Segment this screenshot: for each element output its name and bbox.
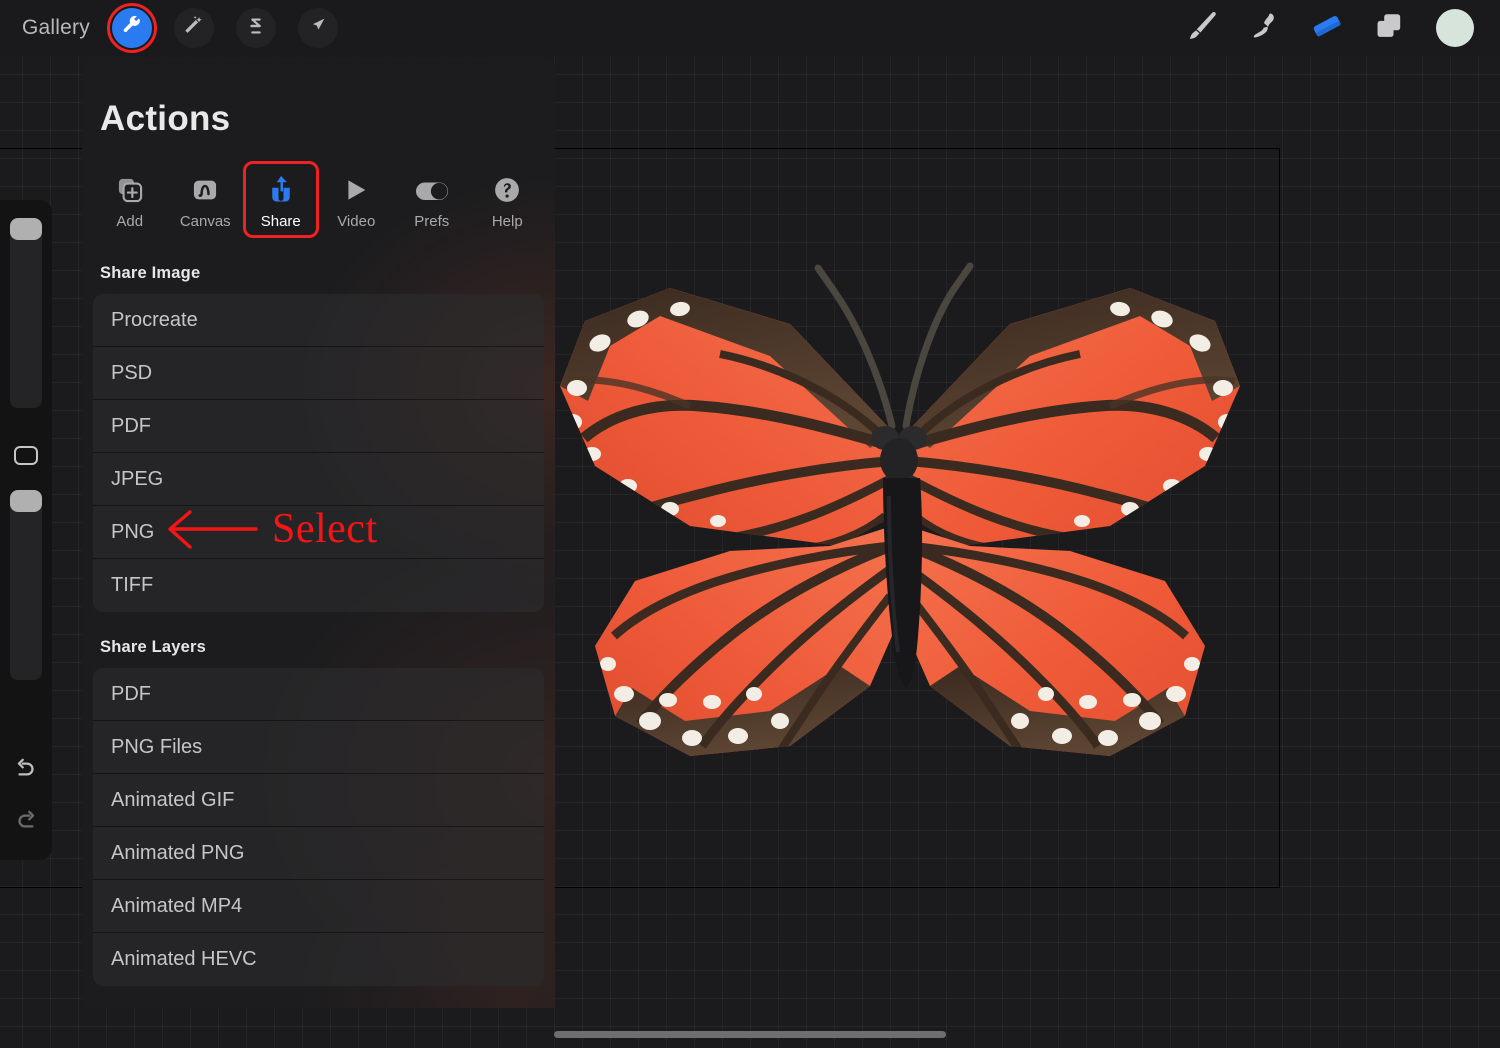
adjustments-button[interactable] xyxy=(173,8,214,48)
square-modify-icon xyxy=(14,445,38,465)
home-indicator xyxy=(554,1031,946,1038)
share-image-row-psd[interactable]: PSD xyxy=(93,347,544,400)
toggle-icon xyxy=(415,170,449,204)
s-curve-icon xyxy=(245,15,267,42)
redo-button[interactable] xyxy=(11,808,41,834)
tab-help[interactable]: Help xyxy=(470,161,546,238)
smudge-finger-icon xyxy=(1248,9,1282,48)
share-layers-row-animated-png[interactable]: Animated PNG xyxy=(93,827,544,880)
actions-wrench-button[interactable] xyxy=(106,3,157,53)
brush-opacity-knob[interactable] xyxy=(10,490,42,512)
tab-prefs-label: Prefs xyxy=(414,213,450,230)
tab-add-label: Add xyxy=(116,213,144,230)
layers-button[interactable] xyxy=(1358,6,1420,50)
erase-tool-button[interactable] xyxy=(1296,6,1358,50)
share-image-row-tiff[interactable]: TIFF xyxy=(93,559,544,612)
play-icon xyxy=(341,170,371,204)
brush-opacity-slider[interactable] xyxy=(10,490,42,680)
share-layers-row-animated-gif[interactable]: Animated GIF xyxy=(93,774,544,827)
share-image-row-jpeg[interactable]: JPEG xyxy=(93,453,544,506)
right-tool-group xyxy=(1172,6,1474,50)
smudge-tool-button[interactable] xyxy=(1234,6,1296,50)
undo-button[interactable] xyxy=(11,756,41,782)
tab-share-label: Share xyxy=(260,213,301,230)
share-layers-heading: Share Layers xyxy=(100,638,207,656)
share-image-row-pdf[interactable]: PDF xyxy=(93,400,544,453)
tab-video-label: Video xyxy=(337,213,376,230)
tab-add[interactable]: Add xyxy=(92,161,168,238)
share-image-list: Procreate PSD PDF JPEG PNG TIFF xyxy=(82,294,555,612)
actions-panel: Actions Add Canvas Share Video Prefs Hel… xyxy=(82,57,555,1008)
arrow-diagonal-icon xyxy=(307,15,329,42)
tab-prefs[interactable]: Prefs xyxy=(394,161,470,238)
history-buttons xyxy=(11,756,41,834)
brush-sidebar xyxy=(0,200,52,860)
tab-share[interactable]: Share xyxy=(243,161,319,238)
tab-help-label: Help xyxy=(491,213,523,230)
paint-tool-button[interactable] xyxy=(1172,6,1234,50)
transform-button[interactable] xyxy=(297,8,338,48)
modify-button[interactable] xyxy=(9,438,43,472)
brush-size-slider[interactable] xyxy=(10,218,42,408)
top-toolbar: Gallery xyxy=(0,0,1500,56)
share-layers-row-animated-mp4[interactable]: Animated MP4 xyxy=(93,880,544,933)
panel-title: Actions xyxy=(100,99,231,138)
eraser-icon xyxy=(1309,8,1345,49)
gallery-button[interactable]: Gallery xyxy=(22,16,90,40)
tab-canvas-label: Canvas xyxy=(179,213,231,230)
paintbrush-icon xyxy=(1186,9,1220,48)
layers-icon xyxy=(1373,10,1405,47)
share-image-row-procreate[interactable]: Procreate xyxy=(93,294,544,347)
share-layers-list: PDF PNG Files Animated GIF Animated PNG … xyxy=(82,668,555,986)
panel-tabs: Add Canvas Share Video Prefs Help xyxy=(82,139,555,238)
brush-size-knob[interactable] xyxy=(10,218,42,240)
share-arrow-icon xyxy=(266,170,296,204)
tab-canvas[interactable]: Canvas xyxy=(168,161,244,238)
procreate-app: Gallery Actions Add Canvas Share Video P… xyxy=(0,0,1500,1048)
share-layers-row-animated-hevc[interactable]: Animated HEVC xyxy=(93,933,544,986)
magic-wand-icon xyxy=(183,15,205,42)
wrench-icon xyxy=(121,15,143,42)
butterfly-artwork xyxy=(540,216,1260,876)
share-layers-row-png-files[interactable]: PNG Files xyxy=(93,721,544,774)
tab-video[interactable]: Video xyxy=(319,161,395,238)
add-stack-icon xyxy=(115,170,145,204)
selection-button[interactable] xyxy=(235,8,276,48)
share-layers-row-pdf[interactable]: PDF xyxy=(93,668,544,721)
color-swatch-button[interactable] xyxy=(1436,9,1474,47)
share-image-heading: Share Image xyxy=(100,264,201,282)
question-icon xyxy=(493,170,521,204)
share-image-row-png[interactable]: PNG xyxy=(93,506,544,559)
canvas-wave-icon xyxy=(190,170,220,204)
